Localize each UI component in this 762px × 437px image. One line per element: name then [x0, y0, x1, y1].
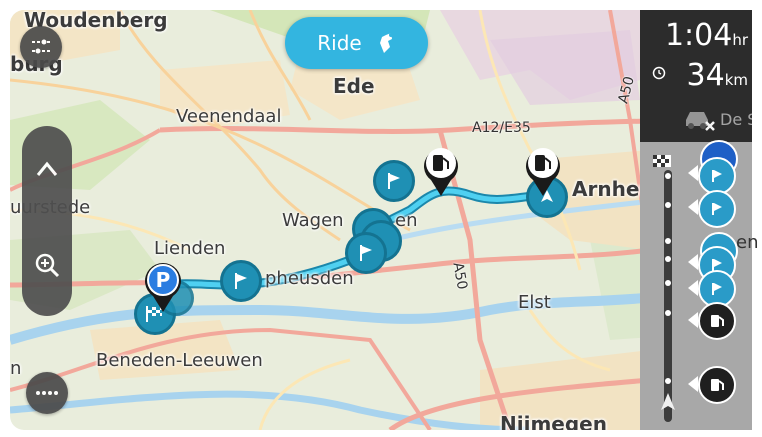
- zoom-in-button[interactable]: [22, 240, 72, 290]
- peek-label-2: en: [736, 232, 759, 253]
- route-stop-marker[interactable]: [345, 232, 387, 274]
- route-tick: [665, 280, 671, 286]
- car-no-traffic-icon: [686, 112, 715, 131]
- route-bar-pointer: [688, 280, 698, 296]
- checkered-flag-icon: [653, 155, 671, 167]
- flag-icon: [235, 273, 247, 289]
- place-label-nijmegen: Nijmegen: [500, 412, 607, 430]
- app-root: Woudenberg burg Ede Veenendaal uurstede …: [0, 0, 762, 437]
- ride-hand-icon: [379, 33, 393, 53]
- route-tick: [665, 310, 671, 316]
- arrival-time-unit: hr: [732, 31, 748, 49]
- flag-icon: [388, 173, 400, 189]
- route-bar-fuel-station[interactable]: [698, 366, 736, 404]
- fuel-station-pin[interactable]: [522, 142, 564, 202]
- traffic-status[interactable]: De S: [640, 98, 757, 142]
- route-bar-pointer: [688, 376, 698, 392]
- flag-icon: [712, 283, 722, 295]
- place-label-wageningen-end: en: [395, 210, 418, 231]
- flag-icon: [360, 245, 372, 261]
- place-label-ede: Ede: [333, 74, 375, 98]
- route-bar-fuel-station[interactable]: [698, 302, 736, 340]
- fuel-pump-icon: [711, 379, 724, 391]
- fuel-pump-icon: [711, 315, 724, 327]
- arrow-up-icon: [36, 161, 58, 176]
- flag-icon: [712, 203, 722, 215]
- route-tick: [665, 378, 671, 384]
- main-menu-button[interactable]: [20, 26, 62, 68]
- route-bar-pointer: [688, 165, 698, 181]
- route-bar-pointer: [688, 199, 698, 215]
- parking-letter: P: [155, 268, 171, 292]
- place-label-elst: Elst: [518, 292, 551, 313]
- north-up-button[interactable]: [22, 144, 72, 194]
- zoom-in-icon: [35, 253, 60, 278]
- fuel-pump-icon: [424, 148, 458, 196]
- place-label-left-fragment: n: [10, 358, 22, 379]
- remaining-distance-unit: km: [724, 71, 748, 89]
- place-label-lienden: Lienden: [154, 238, 226, 259]
- map-control-panel: [22, 126, 72, 316]
- arrival-time-value: 1:04: [664, 18, 733, 53]
- clock-icon: [652, 66, 666, 80]
- arrival-time: 1:04hr: [665, 18, 748, 53]
- current-position-arrow-icon: [661, 393, 675, 410]
- flag-icon: [712, 170, 722, 182]
- eta-box[interactable]: 1:04hr 34km: [640, 10, 752, 98]
- route-tick: [665, 238, 671, 244]
- place-label-wageningen: Wagen: [282, 210, 344, 231]
- more-dots-icon: [36, 391, 58, 395]
- ride-button-label: Ride: [317, 31, 362, 55]
- route-tick: [665, 173, 671, 179]
- route-tick: [665, 256, 671, 262]
- place-label-beneden-leeuwen: Beneden-Leeuwen: [96, 350, 263, 371]
- route-bar-pointer: [688, 254, 698, 270]
- parking-pin[interactable]: P: [141, 258, 185, 318]
- place-label-veenendaal: Veenendaal: [176, 106, 282, 127]
- place-label-opheusden: pheusden: [265, 268, 354, 289]
- fuel-pump-icon: [526, 148, 560, 196]
- remaining-distance-value: 34: [686, 58, 725, 93]
- route-tick: [665, 202, 671, 208]
- more-options-button[interactable]: [26, 372, 68, 414]
- road-label-a12: A12/E35: [472, 120, 531, 136]
- settings-sliders-icon: [32, 39, 50, 54]
- route-bar-stop[interactable]: [698, 190, 736, 228]
- fuel-station-pin[interactable]: [420, 142, 462, 202]
- peek-label: De S: [720, 110, 758, 129]
- route-bar-panel[interactable]: 1:04hr 34km De S en: [640, 10, 758, 430]
- route-bar-pointer: [688, 312, 698, 328]
- remaining-distance: 34km: [687, 58, 749, 93]
- route-stop-marker[interactable]: [373, 160, 415, 202]
- ride-button[interactable]: Ride: [285, 17, 428, 69]
- route-stop-marker[interactable]: [220, 260, 262, 302]
